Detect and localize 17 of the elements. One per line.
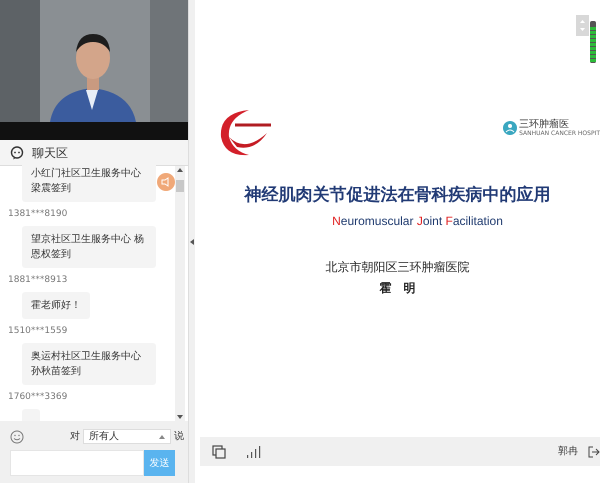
speaker-name: 霍 明 <box>378 280 416 296</box>
hospital-logo-name: 三环肿瘤医 <box>519 119 570 130</box>
message-bubble: 奥运村社区卫生服务中心孙秋苗签到 <box>22 343 156 385</box>
user-name: 郭冉 <box>558 444 578 459</box>
sender-id: 1881***8913 <box>8 275 68 286</box>
say-label: 说 <box>174 430 184 444</box>
sender-id: 1381***8190 <box>8 209 68 220</box>
hospital-name: 北京市朝阳区三环肿瘤医院 <box>324 258 470 276</box>
sender-id: 1760***3369 <box>8 392 68 403</box>
slide-subtitle: Neuromuscular Joint Facilitation <box>331 212 504 230</box>
recipient-select[interactable]: 所有人 <box>83 429 171 444</box>
slide-title: 神经肌肉关节促进法在骨科疾病中的应用 <box>243 184 552 207</box>
to-label: 对 <box>70 430 80 444</box>
sender-id: 1510***1559 <box>8 326 68 337</box>
message-bubble: 霍老师好！ <box>22 292 90 319</box>
chat-title: 聊天区 <box>32 144 68 162</box>
message-bubble: 望京社区卫生服务中心 杨恩权签到 <box>22 226 156 268</box>
